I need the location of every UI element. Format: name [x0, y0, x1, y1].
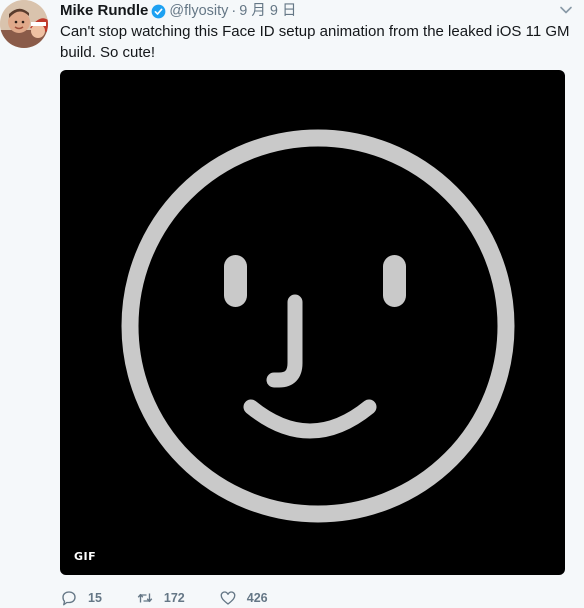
tweet-text: Can't stop watching this Face ID setup a…: [60, 23, 570, 61]
verified-badge-icon: [151, 4, 166, 18]
face-id-animation: [121, 129, 515, 523]
tweet-timestamp[interactable]: 9 月 9 日: [239, 2, 296, 20]
retweet-button[interactable]: 172: [136, 589, 185, 607]
chevron-down-icon[interactable]: [558, 2, 574, 18]
gif-badge: GIF: [74, 550, 97, 563]
tweet-actions: 15 172 426: [60, 588, 302, 608]
author-handle[interactable]: @flyosity: [169, 2, 228, 20]
like-count: 426: [246, 591, 268, 605]
retweet-icon: [137, 593, 153, 603]
tweet-card[interactable]: Mike Rundle @flyosity · 9 月 9 日 Can't st…: [0, 0, 584, 608]
retweet-count: 172: [163, 591, 185, 605]
meta-separator: ·: [231, 3, 237, 19]
like-button[interactable]: 426: [219, 589, 268, 607]
tweet-media-gif[interactable]: GIF: [60, 70, 565, 575]
author-name[interactable]: Mike Rundle: [60, 2, 148, 20]
avatar[interactable]: [0, 0, 48, 48]
tweet-header: Mike Rundle @flyosity · 9 月 9 日: [60, 2, 296, 20]
heart-icon: [220, 591, 236, 605]
reply-icon: [62, 591, 76, 606]
reply-button[interactable]: 15: [60, 589, 102, 607]
reply-count: 15: [88, 591, 102, 605]
